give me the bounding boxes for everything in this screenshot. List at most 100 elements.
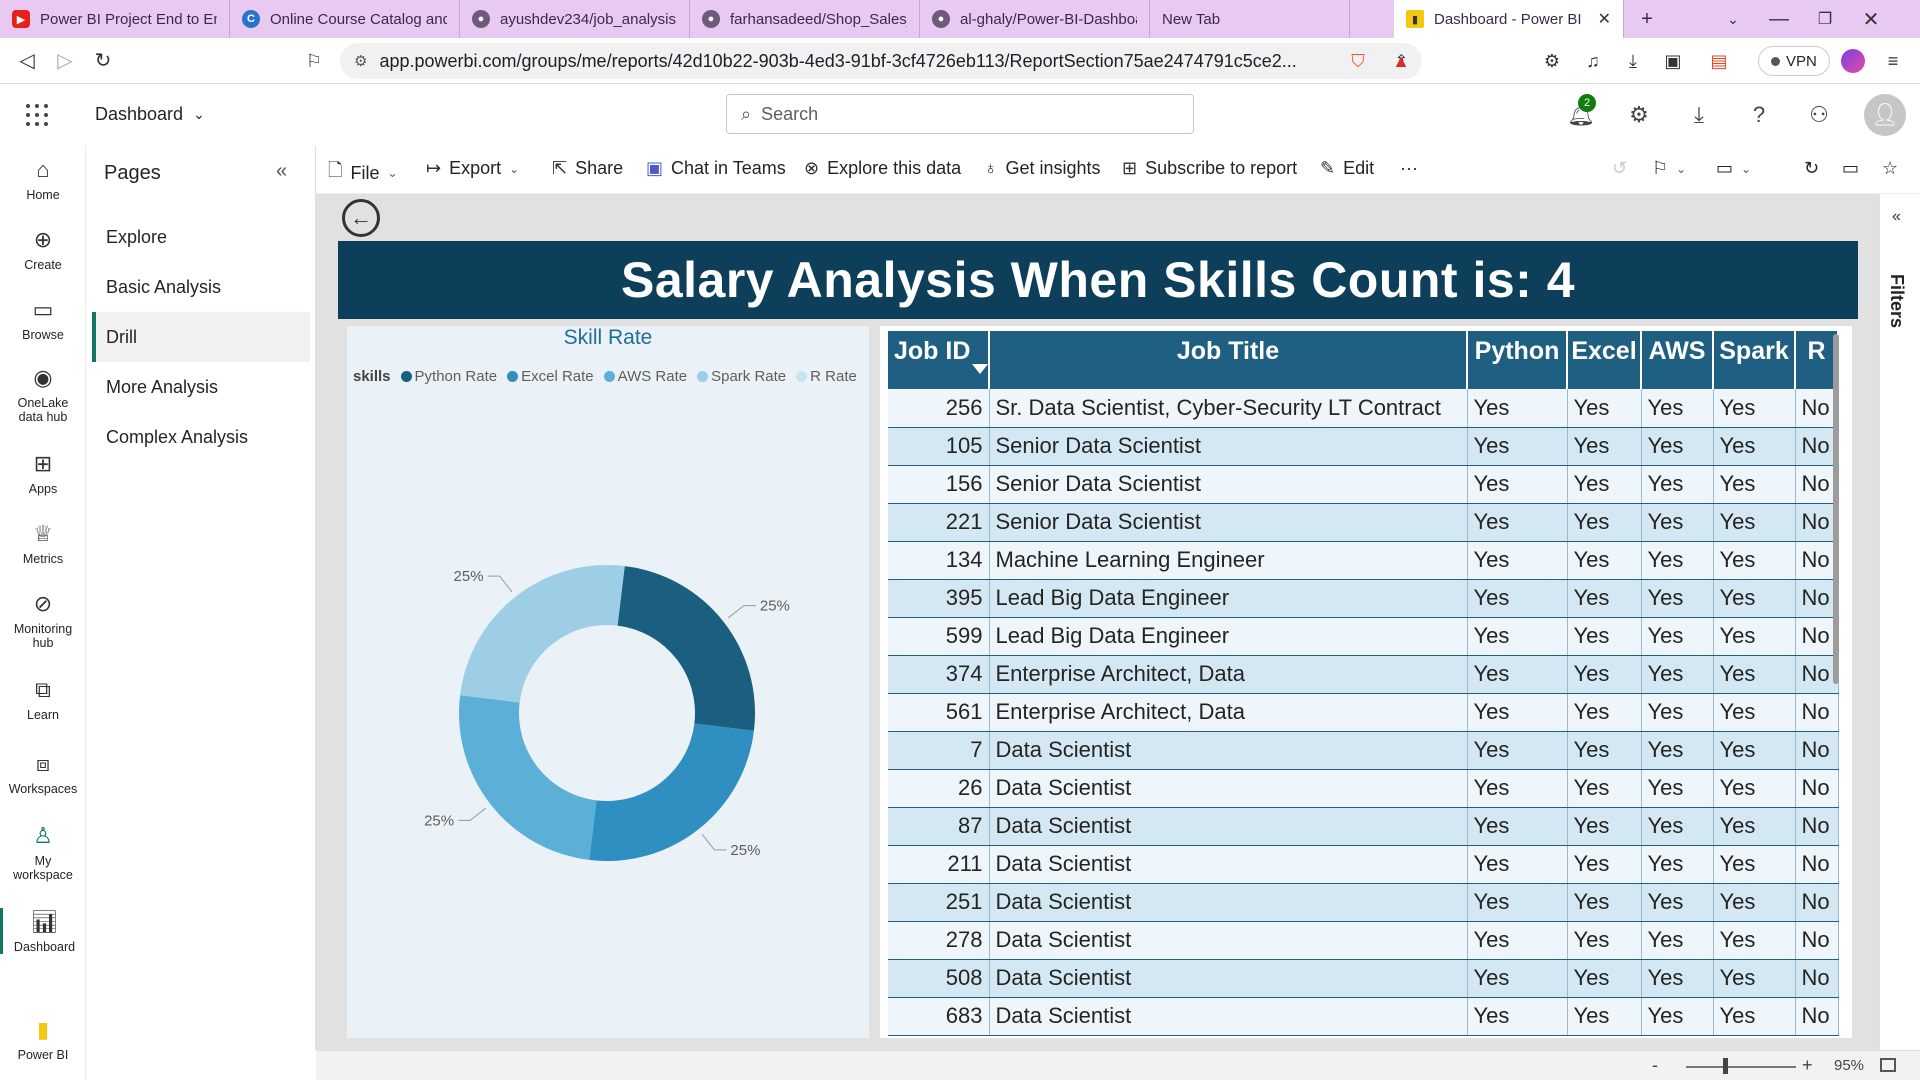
filters-pane[interactable]: « Filters xyxy=(1879,194,1920,1050)
download-icon[interactable]: ⤓ xyxy=(1682,98,1716,132)
page-item-explore[interactable]: Explore xyxy=(92,212,310,262)
view-menu-icon[interactable]: ▭ ⌄ xyxy=(1716,158,1751,179)
table-row[interactable]: 251 Data Scientist Yes Yes Yes Yes No xyxy=(888,883,1839,922)
page-item-basic-analysis[interactable]: Basic Analysis xyxy=(92,262,310,312)
table-row[interactable]: 7 Data Scientist Yes Yes Yes Yes No xyxy=(888,731,1839,770)
file-menu[interactable]: 🗋︎ File ⌄ xyxy=(328,158,398,188)
column-header-r[interactable]: R xyxy=(1795,331,1839,389)
extensions-icon[interactable]: ⚙ xyxy=(1537,46,1567,76)
table-row[interactable]: 278 Data Scientist Yes Yes Yes Yes No xyxy=(888,921,1839,960)
export-menu[interactable]: ↦ Export ⌄ xyxy=(426,158,519,179)
page-item-complex-analysis[interactable]: Complex Analysis xyxy=(92,412,310,462)
rail-item-create[interactable]: ⊕ Create xyxy=(0,226,86,272)
undo-icon[interactable]: ↺ xyxy=(1612,158,1627,179)
donut-slice[interactable] xyxy=(617,566,755,731)
restore-icon[interactable]: ❐ xyxy=(1802,0,1848,38)
donut-slice[interactable] xyxy=(589,723,754,861)
donut-slice[interactable] xyxy=(460,565,625,703)
job-table-visual[interactable]: Job ID Job Title Python Excel AWS Spark … xyxy=(880,326,1852,1038)
more-options-button[interactable]: ··· xyxy=(1400,158,1418,179)
column-header-job-id[interactable]: Job ID xyxy=(888,331,990,389)
close-window-icon[interactable]: ✕ xyxy=(1848,0,1894,38)
sidebar-icon[interactable]: ▣ xyxy=(1658,46,1688,76)
table-row[interactable]: 256 Sr. Data Scientist, Cyber-Security LT… xyxy=(888,389,1839,428)
bookmark-menu-icon[interactable]: ⚐ ⌄ xyxy=(1652,158,1686,179)
table-row[interactable]: 508 Data Scientist Yes Yes Yes Yes No xyxy=(888,959,1839,998)
page-item-more-analysis[interactable]: More Analysis xyxy=(92,362,310,412)
sort-descending-icon[interactable] xyxy=(972,364,988,374)
column-header-job-title[interactable]: Job Title xyxy=(989,331,1468,389)
feedback-icon[interactable]: ⚇ xyxy=(1802,98,1836,132)
table-row[interactable]: 561 Enterprise Architect, Data Yes Yes Yes Ye… xyxy=(888,693,1839,732)
explore-data-button[interactable]: ⊗ Explore this data xyxy=(804,158,961,179)
table-row[interactable]: 87 Data Scientist Yes Yes Yes Yes No xyxy=(888,807,1839,846)
chat-in-teams-button[interactable]: ▣ Chat in Teams xyxy=(646,158,786,179)
rail-item-workspaces[interactable]: ⧈ Workspaces xyxy=(0,750,86,796)
table-row[interactable]: 105 Senior Data Scientist Yes Yes Yes Yes No xyxy=(888,427,1839,466)
brave-shield-icon[interactable]: ⛉ xyxy=(1343,46,1373,76)
share-button[interactable]: ⇱ Share xyxy=(552,158,623,179)
vpn-button[interactable]: VPN xyxy=(1758,46,1830,76)
rail-item-learn[interactable]: ⧉ Learn xyxy=(0,676,86,722)
table-row[interactable]: 134 Machine Learning Engineer Yes Yes Yes Yes… xyxy=(888,541,1839,580)
browser-tab-active[interactable]: ▮ Dashboard - Power BI ✕ xyxy=(1394,0,1624,38)
wallet-icon[interactable]: ▤ xyxy=(1704,46,1734,76)
rail-item-home[interactable]: ⌂ Home xyxy=(0,156,86,202)
table-row[interactable]: 683 Data Scientist Yes Yes Yes Yes No xyxy=(888,997,1839,1036)
rail-item-dashboard[interactable]: 📊︎ Dashboard xyxy=(0,908,86,954)
media-icon[interactable]: ♫ xyxy=(1578,46,1608,76)
donut-slice[interactable] xyxy=(459,695,597,860)
subscribe-button[interactable]: ⊞ Subscribe to report xyxy=(1122,158,1297,179)
table-row[interactable]: 211 Data Scientist Yes Yes Yes Yes No xyxy=(888,845,1839,884)
table-row[interactable]: 599 Lead Big Data Engineer Yes Yes Yes Yes No xyxy=(888,617,1839,656)
zoom-slider-thumb[interactable] xyxy=(1722,1058,1728,1074)
table-row[interactable]: 221 Senior Data Scientist Yes Yes Yes Yes No xyxy=(888,503,1839,542)
app-launcher-icon[interactable] xyxy=(26,104,48,126)
browser-tab[interactable]: C Online Course Catalog and xyxy=(230,0,460,38)
table-row[interactable]: 156 Senior Data Scientist Yes Yes Yes Yes No xyxy=(888,465,1839,504)
table-scrollbar[interactable] xyxy=(1833,334,1839,684)
edit-button[interactable]: ✎ Edit xyxy=(1320,158,1374,179)
column-header-python[interactable]: Python xyxy=(1467,331,1568,389)
forward-icon[interactable]: ▷ xyxy=(46,42,84,80)
search-input[interactable]: ⌕ Search xyxy=(726,94,1194,134)
bookmark-icon[interactable]: ⚐ xyxy=(295,42,333,80)
get-insights-button[interactable]: ♁ Get insights xyxy=(984,158,1101,179)
downloads-icon[interactable]: ⤓ xyxy=(1618,46,1648,76)
back-icon[interactable]: ◁ xyxy=(8,42,46,80)
skill-rate-visual[interactable]: Skill Rate skills Python Rate Excel Rate A… xyxy=(347,326,869,1038)
url-bar[interactable]: ⚙ app.powerbi.com/groups/me/reports/42d1… xyxy=(340,43,1422,79)
browser-tab[interactable]: ● farhansadeed/Shop_Sales_P xyxy=(690,0,920,38)
settings-icon[interactable]: ⚙ xyxy=(1622,98,1656,132)
table-row[interactable]: 374 Enterprise Architect, Data Yes Yes Yes Ye… xyxy=(888,655,1839,694)
expand-filters-icon[interactable]: « xyxy=(1892,208,1901,226)
collapse-pages-icon[interactable]: « xyxy=(276,160,287,183)
rail-item-metrics[interactable]: ♕ Metrics xyxy=(0,520,86,566)
favorite-icon[interactable]: ☆ xyxy=(1882,158,1898,179)
browser-tab[interactable]: ● ayushdev234/job_analysis xyxy=(460,0,690,38)
avatar[interactable]: 👤︎ xyxy=(1864,94,1906,136)
profile-icon[interactable] xyxy=(1838,46,1868,76)
rail-item-my-workspace[interactable]: ♙ My workspace xyxy=(0,822,86,882)
fit-to-page-icon[interactable] xyxy=(1880,1058,1896,1072)
column-header-aws[interactable]: AWS xyxy=(1641,331,1714,389)
rail-item-browse[interactable]: ▭ Browse xyxy=(0,296,86,342)
column-header-excel[interactable]: Excel xyxy=(1567,331,1642,389)
browser-tab[interactable]: New Tab xyxy=(1150,0,1350,38)
help-icon[interactable]: ? xyxy=(1742,98,1776,132)
new-tab-button[interactable]: + xyxy=(1624,0,1670,38)
rail-item-powerbi[interactable]: ▮ Power BI xyxy=(0,1016,86,1062)
zoom-slider[interactable] xyxy=(1686,1066,1796,1068)
zoom-out-icon[interactable]: - xyxy=(1652,1055,1658,1076)
page-item-drill[interactable]: Drill xyxy=(92,312,310,362)
back-arrow-icon[interactable]: ← xyxy=(342,199,380,237)
zoom-in-icon[interactable]: + xyxy=(1802,1055,1813,1076)
minimize-icon[interactable]: — xyxy=(1756,0,1802,38)
rail-item-monitoring[interactable]: ⊘ Monitoring hub xyxy=(0,590,86,650)
site-info-icon[interactable]: ⚙ xyxy=(354,52,367,70)
comment-icon[interactable]: ▭ xyxy=(1842,158,1859,179)
column-header-spark[interactable]: Spark xyxy=(1713,331,1796,389)
brave-rewards-icon[interactable]: ▲ xyxy=(1386,46,1416,76)
rail-item-onelake[interactable]: ◉ OneLake data hub xyxy=(0,364,86,424)
workspace-title[interactable]: Dashboard ⌄ xyxy=(95,104,205,125)
